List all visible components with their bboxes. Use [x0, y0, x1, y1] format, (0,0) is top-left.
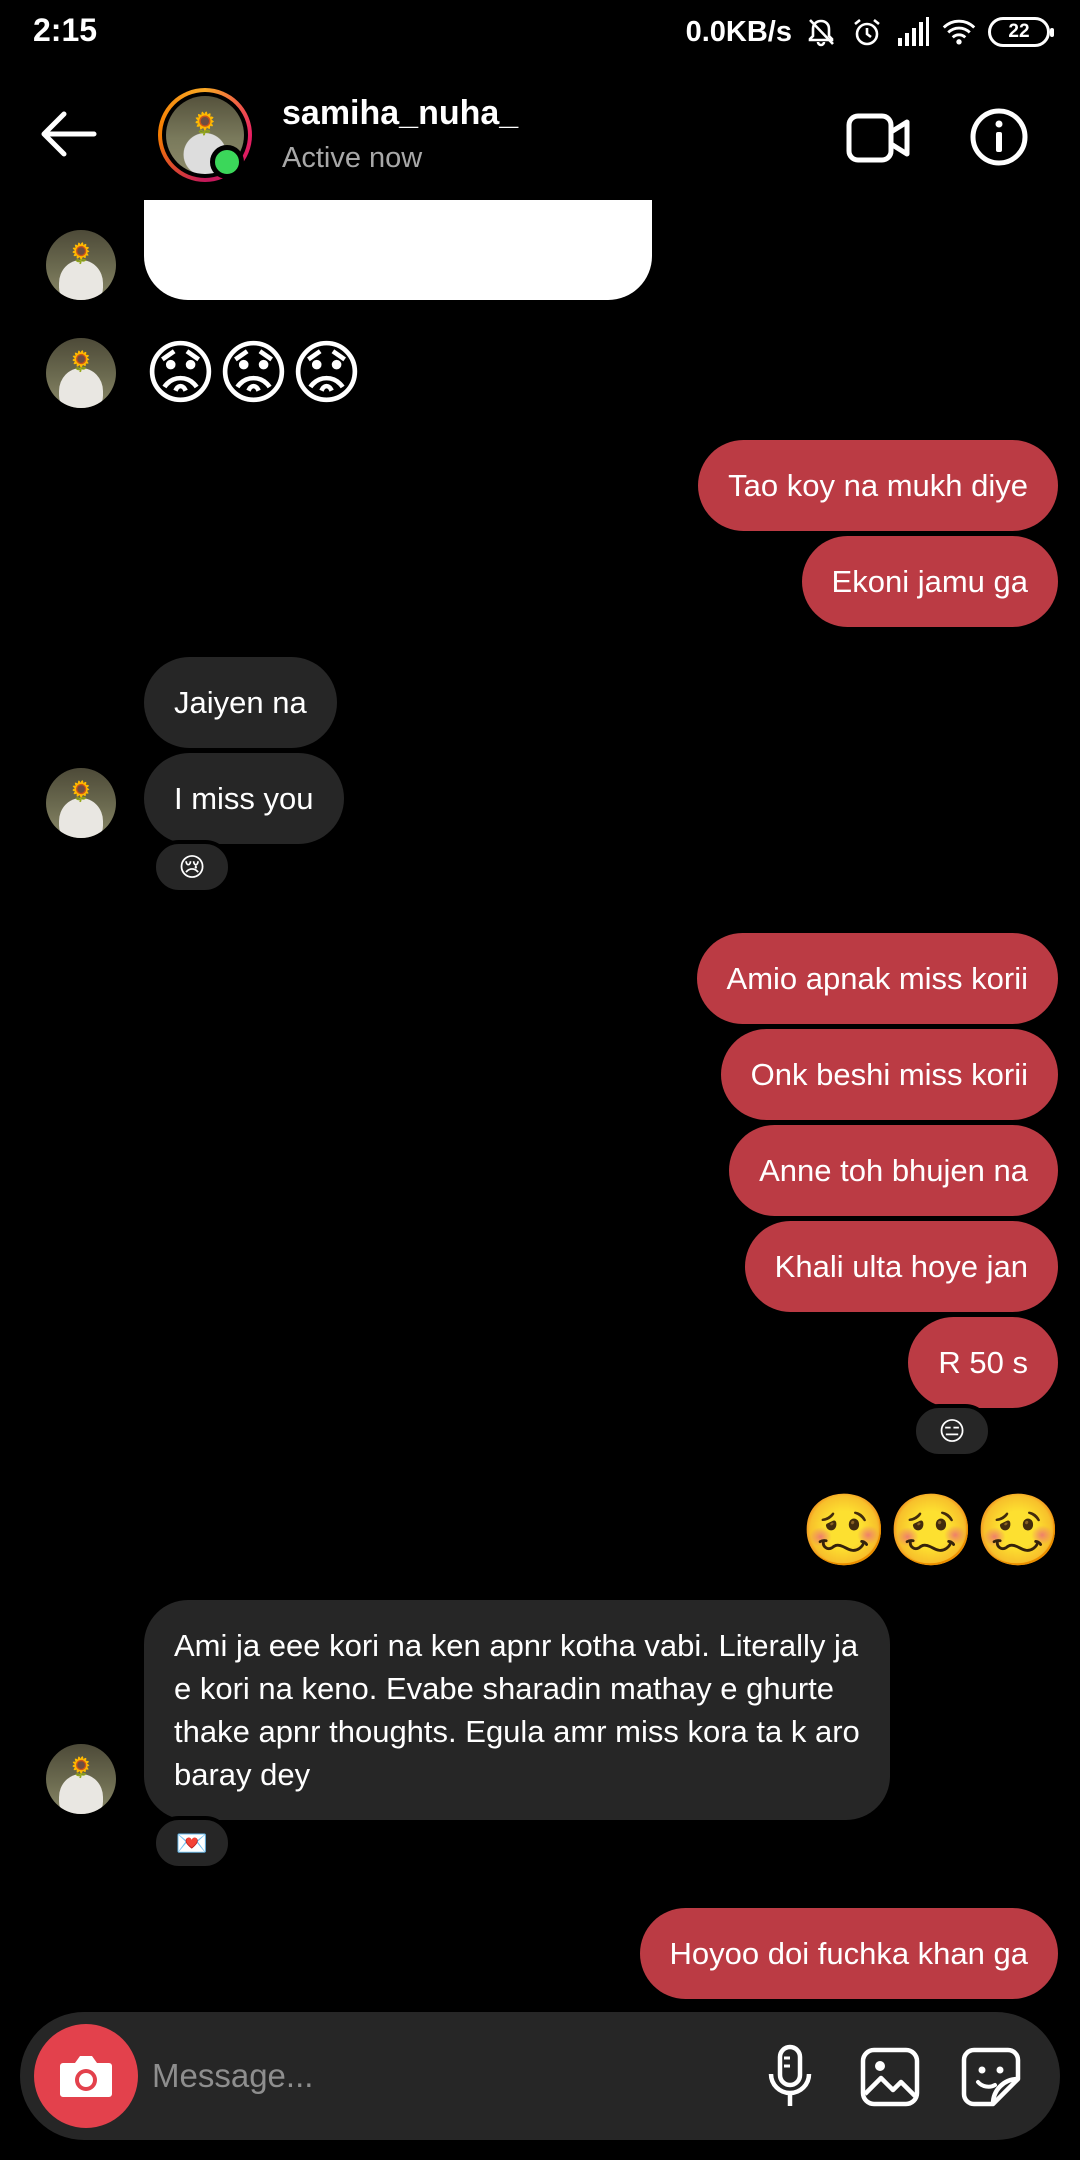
- online-status-dot: [210, 145, 244, 179]
- status-icons: 0.0KB/s 22: [685, 12, 1054, 52]
- message-reaction[interactable]: 😢: [152, 840, 232, 894]
- message-composer: [20, 2012, 1060, 2140]
- gallery-button[interactable]: [855, 2042, 925, 2112]
- sunflower-icon: 🌻: [191, 111, 219, 137]
- sender-avatar[interactable]: 🌻: [46, 1744, 116, 1814]
- incoming-message[interactable]: Ami ja eee kori na ken apnr kotha vabi. …: [144, 1600, 890, 1820]
- status-bar: 2:15 0.0KB/s 22: [0, 0, 1080, 62]
- sender-avatar[interactable]: 🌻: [46, 338, 116, 408]
- battery-indicator: 22: [988, 17, 1054, 47]
- status-time: 2:15: [33, 12, 98, 48]
- microphone-icon: [768, 2044, 812, 2106]
- outgoing-message[interactable]: Tao koy na mukh diye: [698, 440, 1058, 531]
- emoji-message[interactable]: 🥴🥴🥴: [801, 1490, 1062, 1570]
- active-status: Active now: [282, 142, 423, 174]
- outgoing-message[interactable]: Anne toh bhujen na: [729, 1125, 1058, 1216]
- video-call-button[interactable]: [845, 110, 911, 166]
- sticker-button[interactable]: [956, 2042, 1026, 2112]
- outgoing-message[interactable]: R 50 s: [908, 1317, 1058, 1408]
- message-thread[interactable]: 🌻 🌻 😟😟😟 Tao koy na mukh diye Ekoni jamu …: [0, 200, 1080, 2000]
- chat-username[interactable]: samiha_nuha_: [282, 94, 518, 133]
- signal-icon: [896, 15, 930, 49]
- video-call-icon: [846, 113, 910, 163]
- back-arrow-icon: [41, 111, 97, 157]
- image-message[interactable]: [144, 200, 652, 300]
- message-input[interactable]: [152, 2040, 732, 2112]
- info-icon: [970, 108, 1028, 166]
- network-speed: 0.0KB/s: [685, 15, 792, 48]
- sender-avatar[interactable]: 🌻: [46, 768, 116, 838]
- sender-avatar[interactable]: 🌻: [46, 230, 116, 300]
- chat-header: 🌻 samiha_nuha_ Active now: [0, 70, 1080, 200]
- info-button[interactable]: [968, 106, 1030, 168]
- outgoing-message[interactable]: Hoyoo doi fuchka khan ga: [639, 1908, 1058, 1999]
- message-reaction[interactable]: 💌: [152, 1816, 232, 1870]
- wifi-icon: [942, 15, 976, 49]
- incoming-message[interactable]: Jaiyen na: [144, 657, 337, 748]
- alarm-icon: [850, 15, 884, 49]
- voice-message-button[interactable]: [755, 2042, 825, 2112]
- sticker-icon: [961, 2047, 1021, 2107]
- gallery-icon: [860, 2047, 920, 2107]
- back-button[interactable]: [38, 108, 104, 164]
- outgoing-message[interactable]: Khali ulta hoye jan: [744, 1221, 1058, 1312]
- camera-icon: [60, 2056, 112, 2097]
- outgoing-message[interactable]: Amio apnak miss korii: [696, 933, 1058, 1024]
- outgoing-message[interactable]: Onk beshi miss korii: [720, 1029, 1058, 1120]
- incoming-message[interactable]: I miss you: [144, 753, 344, 844]
- message-reaction[interactable]: 😑: [912, 1404, 992, 1458]
- emoji-message[interactable]: 😟😟😟: [144, 333, 363, 413]
- outgoing-message[interactable]: Ekoni jamu ga: [801, 536, 1058, 627]
- camera-button[interactable]: [34, 2024, 138, 2128]
- mute-icon: [804, 15, 838, 49]
